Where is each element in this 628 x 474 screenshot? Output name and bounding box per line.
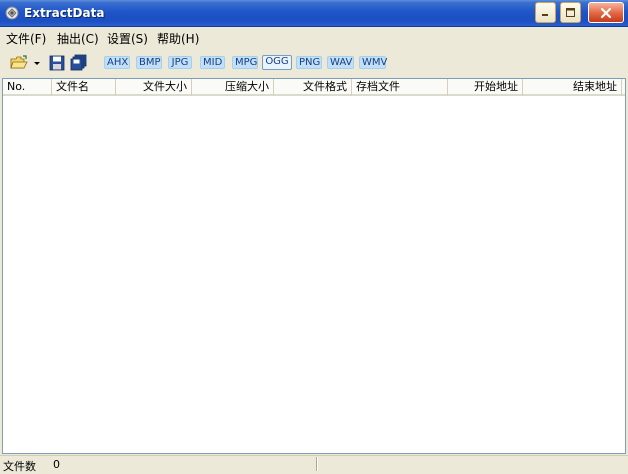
app-window: ExtractData 文件(F) 抽出(C) 设置(S) 帮助(H) AHX … (0, 0, 628, 473)
window-title: ExtractData (24, 6, 105, 20)
format-wav-button[interactable]: WAV (327, 56, 354, 69)
dropdown-arrow-icon[interactable] (32, 54, 42, 72)
column-header-compressed-size[interactable]: 压缩大小 (192, 79, 274, 96)
status-divider (316, 457, 318, 471)
save-all-icon[interactable] (70, 54, 88, 72)
status-bar: 文件数 0 (0, 455, 628, 473)
menu-file[interactable]: 文件(F) (6, 30, 46, 47)
format-png-button[interactable]: PNG (296, 56, 322, 69)
column-header-end-address[interactable]: 结束地址 (523, 79, 622, 96)
maximize-button[interactable] (560, 2, 581, 23)
format-mpg-button[interactable]: MPG (232, 56, 258, 69)
format-ogg-button[interactable]: OGG (262, 55, 292, 70)
save-icon[interactable] (48, 54, 66, 72)
list-header: No. 文件名 文件大小 压缩大小 文件格式 存档文件 开始地址 结束地址 (3, 79, 625, 96)
format-jpg-button[interactable]: JPG (168, 56, 192, 69)
app-icon (4, 5, 20, 21)
minimize-button[interactable] (535, 2, 556, 23)
file-list[interactable]: No. 文件名 文件大小 压缩大小 文件格式 存档文件 开始地址 结束地址 (2, 78, 626, 454)
minimize-icon (542, 14, 548, 16)
format-ahx-button[interactable]: AHX (104, 56, 130, 69)
status-file-count-label: 文件数 (3, 460, 36, 473)
menu-bar: 文件(F) 抽出(C) 设置(S) 帮助(H) (0, 27, 628, 47)
column-header-filename[interactable]: 文件名 (52, 79, 116, 96)
title-bar[interactable]: ExtractData (0, 0, 628, 27)
menu-settings[interactable]: 设置(S) (107, 30, 148, 47)
open-folder-icon[interactable] (10, 54, 28, 72)
toolbar: AHX BMP JPG MID MPG OGG PNG WAV WMV (0, 49, 628, 77)
menu-extract[interactable]: 抽出(C) (57, 30, 99, 47)
column-header-file-format[interactable]: 文件格式 (274, 79, 352, 96)
close-button[interactable] (588, 2, 624, 23)
menu-help[interactable]: 帮助(H) (157, 30, 199, 47)
column-header-no[interactable]: No. (3, 79, 52, 96)
format-bmp-button[interactable]: BMP (136, 56, 162, 69)
maximize-icon (566, 8, 575, 17)
column-header-archive-file[interactable]: 存档文件 (352, 79, 448, 96)
format-mid-button[interactable]: MID (200, 56, 225, 69)
status-file-count-value: 0 (53, 458, 60, 471)
column-header-start-address[interactable]: 开始地址 (448, 79, 523, 96)
column-header-file-size[interactable]: 文件大小 (116, 79, 192, 96)
format-wmv-button[interactable]: WMV (359, 56, 387, 69)
close-icon (600, 7, 612, 18)
